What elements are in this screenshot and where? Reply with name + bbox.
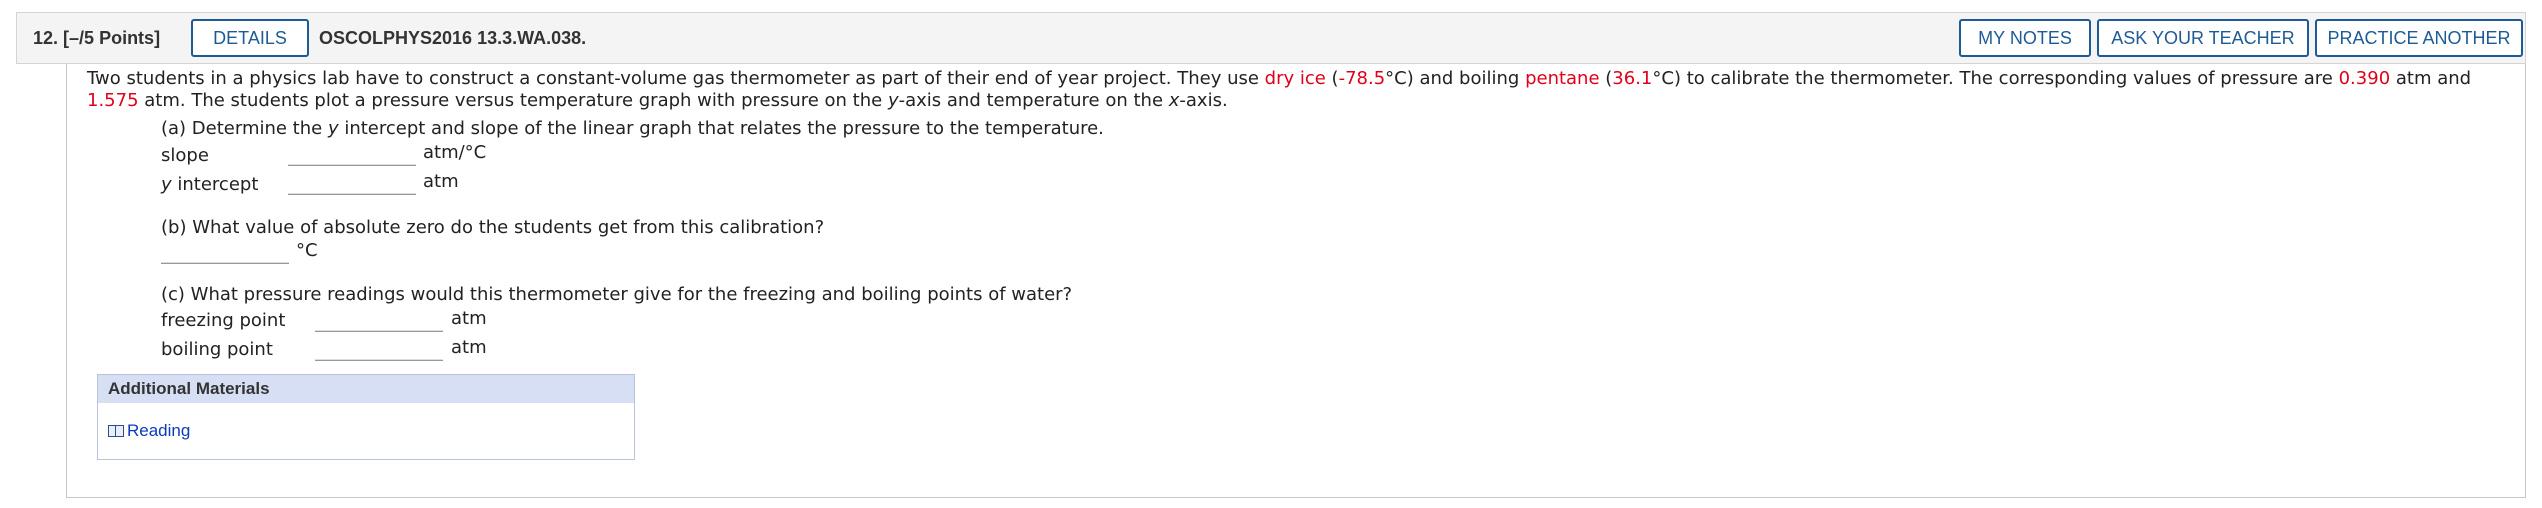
question-points: [–/5 Points] [63,28,161,48]
freezing-point-label: freezing point [161,310,286,331]
pentane-temperature: 36.1 [1612,68,1653,89]
problem-text: °C) and boiling [1385,68,1526,89]
part-c-prompt: (c) What pressure readings would this th… [161,284,1073,305]
pressure-value-1: 0.390 [2338,68,2391,89]
absolute-zero-unit: °C [296,240,318,261]
x-axis-variable: x [1168,90,1180,111]
slope-label: slope [161,145,209,166]
boiling-point-label: boiling point [161,339,273,360]
y-variable: y [327,118,339,139]
pentane-text: pentane [1525,68,1600,89]
problem-text: ( [1599,68,1613,89]
ask-your-teacher-button[interactable]: ASK YOUR TEACHER [2097,19,2309,57]
dry-ice-text: dry ice [1264,68,1326,89]
book-icon [108,425,124,437]
my-notes-button[interactable]: MY NOTES [1959,19,2091,57]
details-button[interactable]: DETAILS [191,19,309,57]
slope-input[interactable] [288,144,416,166]
dry-ice-temperature: -78.5 [1338,68,1386,89]
problem-statement: Two students in a physics lab have to co… [87,68,2507,112]
reading-link[interactable]: Reading [108,421,190,441]
part-a-prompt-text: intercept and slope of the linear graph … [338,118,1104,139]
question-code: OSCOLPHYS2016 13.3.WA.038. [319,28,587,48]
y-intercept-unit: atm [423,171,459,192]
problem-text: -axis. [1179,90,1228,111]
y-intercept-input[interactable] [288,173,416,195]
problem-text: Two students in a physics lab have to co… [87,68,1265,89]
y-axis-variable: y [887,90,899,111]
part-a-prompt: (a) Determine the y intercept and slope … [161,118,1104,139]
practice-another-button[interactable]: PRACTICE ANOTHER [2315,19,2523,57]
additional-materials-title: Additional Materials [98,375,634,403]
y-intercept-label-text: intercept [171,174,259,195]
part-b-prompt: (b) What value of absolute zero do the s… [161,217,825,238]
problem-text: ( [1325,68,1339,89]
part-a-prompt-text: (a) Determine the [161,118,328,139]
boiling-point-unit: atm [451,337,487,358]
problem-text: -axis and temperature on the [898,90,1169,111]
question-number: 12. [33,28,59,48]
additional-materials-panel: Additional Materials Reading [97,374,635,460]
problem-text: °C) to calibrate the thermometer. The co… [1652,68,2339,89]
question-header: 12. [–/5 Points] DETAILS OSCOLPHYS2016 1… [16,12,2526,64]
pressure-value-2: 1.575 [87,90,139,111]
y-variable: y [161,174,172,195]
y-intercept-label: y intercept [161,174,258,195]
boiling-point-input[interactable] [315,339,443,361]
absolute-zero-input[interactable] [161,242,289,264]
question-body: Two students in a physics lab have to co… [66,64,2526,498]
slope-unit: atm/°C [423,142,487,163]
question-number-points: 12. [–/5 Points] [33,28,160,49]
problem-text: atm. The students plot a pressure versus… [138,90,888,111]
freezing-point-input[interactable] [315,310,443,332]
problem-text: atm and [2390,68,2472,89]
reading-link-label[interactable]: Reading [127,421,190,441]
freezing-point-unit: atm [451,308,487,329]
